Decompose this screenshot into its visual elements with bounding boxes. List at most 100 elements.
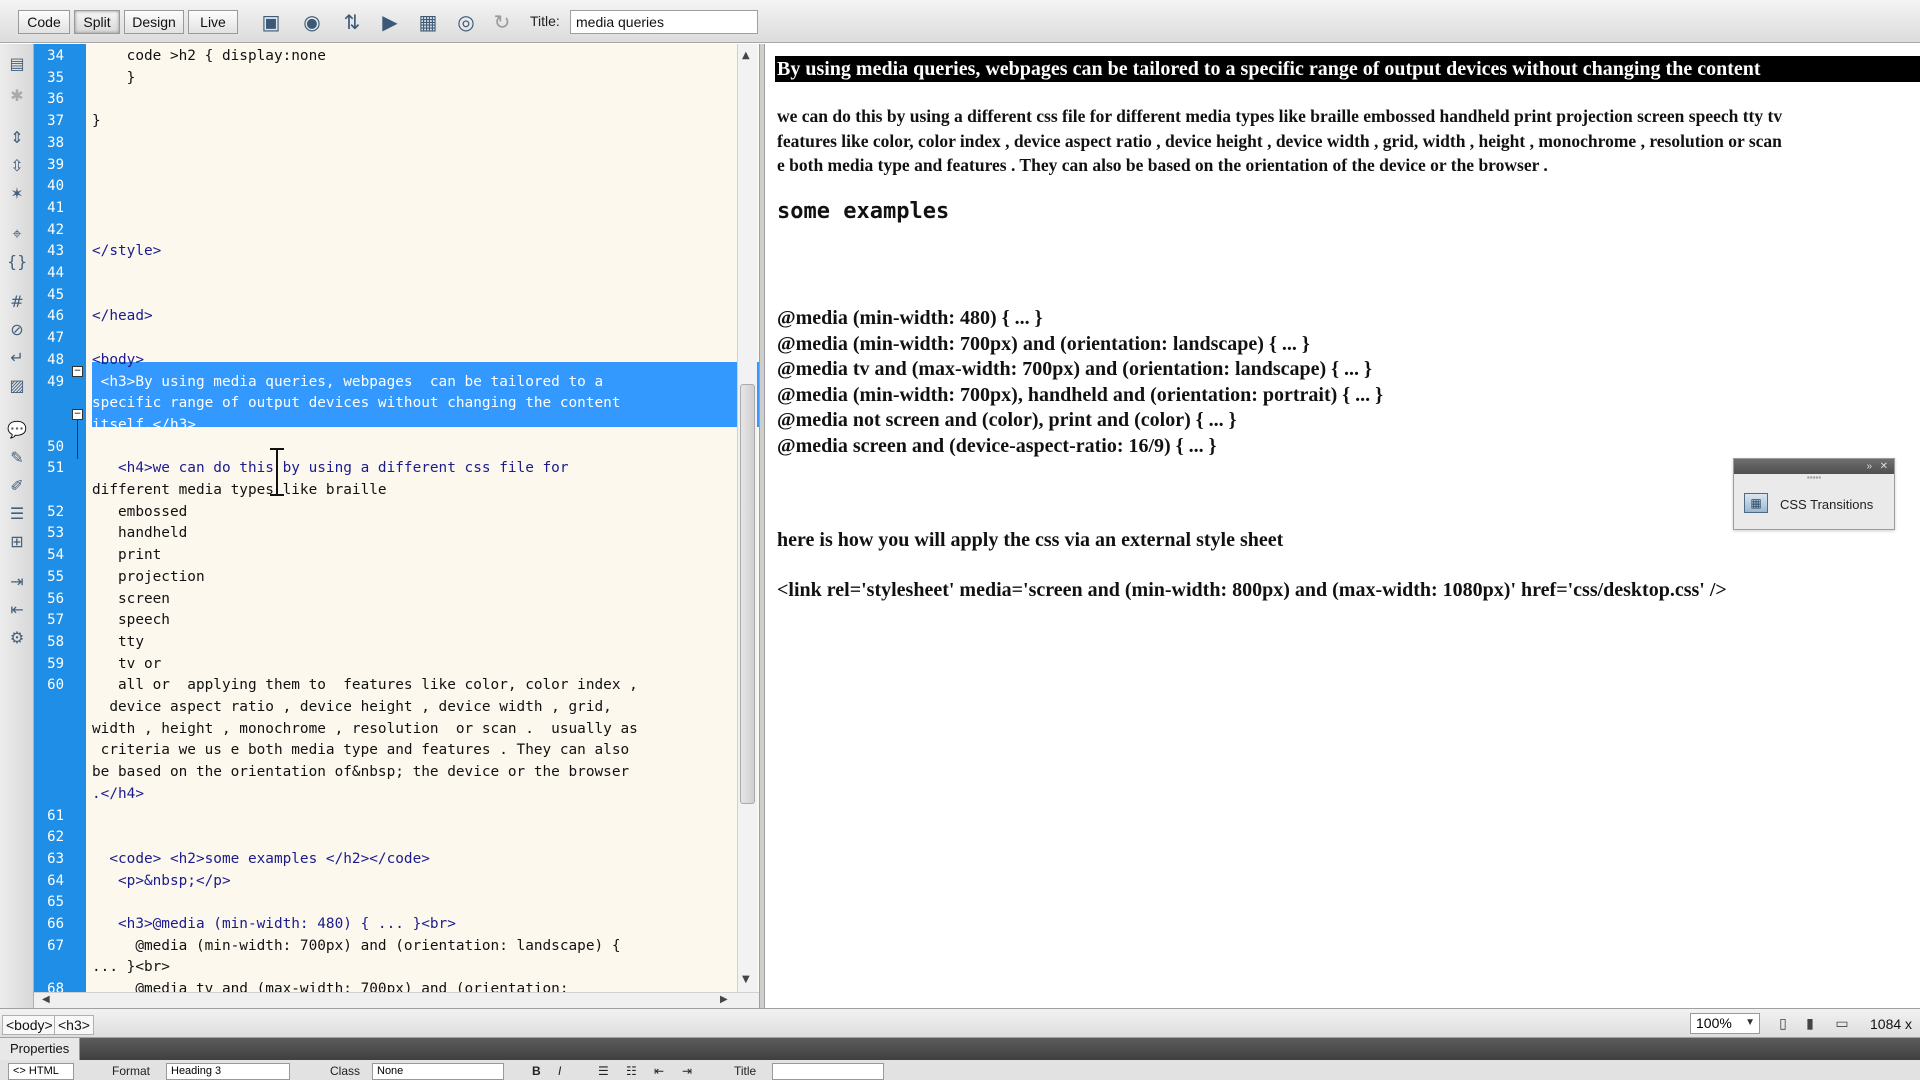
scroll-right-arrow-icon[interactable]: ▶ <box>720 994 728 1005</box>
scroll-up-arrow-icon[interactable]: ▲ <box>742 50 750 61</box>
collapse-selection-icon[interactable]: ⇳ <box>7 156 27 176</box>
outdent-icon[interactable]: ⇤ <box>654 1064 664 1078</box>
title-input[interactable] <box>570 10 758 34</box>
code-line[interactable]: ... }<br> <box>92 957 170 979</box>
recent-snippets-icon[interactable]: ☰ <box>7 504 27 524</box>
show-code-navigator-icon[interactable]: ✱ <box>7 86 27 106</box>
link-example[interactable]: <link rel='stylesheet' media='screen and… <box>777 579 1727 602</box>
design-view-button[interactable]: Design <box>124 10 184 34</box>
scroll-down-arrow-icon[interactable]: ▼ <box>742 974 750 985</box>
balance-braces-icon[interactable]: {} <box>7 252 27 272</box>
tag-selector-h3[interactable]: <h3> <box>54 1015 94 1035</box>
code-line[interactable]: itself.</h3> <box>92 415 196 437</box>
apply-comment-icon[interactable]: 💬 <box>7 420 27 440</box>
format-select[interactable]: Heading 3 <box>166 1063 290 1080</box>
css-transitions-label[interactable]: CSS Transitions <box>1780 497 1873 512</box>
code-line[interactable]: } <box>92 111 101 133</box>
code-line[interactable]: embossed <box>92 502 187 524</box>
live-view-options-icon[interactable]: ▶ <box>376 11 404 33</box>
remove-comment-icon[interactable]: ✎ <box>7 448 27 468</box>
code-line[interactable]: .</h4> <box>92 784 144 806</box>
indent-icon[interactable]: ⇥ <box>682 1064 692 1078</box>
code-view-button[interactable]: Code <box>18 10 70 34</box>
code-editor[interactable]: 34 35 36 37 38 39 40 41 42 43 44 45 46 47 48 49 50 51 52 53… <box>34 44 759 992</box>
split-view-button[interactable]: Split <box>74 10 120 34</box>
code-line[interactable]: } <box>92 68 136 90</box>
code-line[interactable]: device aspect ratio , device height , de… <box>92 697 612 719</box>
html-mode-button[interactable]: <> HTML <box>8 1063 74 1080</box>
media-query-examples[interactable]: @media (min-width: 480) { ... } @media (… <box>777 306 1383 459</box>
highlight-invalid-code-icon[interactable]: ⊘ <box>7 320 27 340</box>
code-line[interactable]: be based on the orientation of&nbsp; the… <box>92 762 629 784</box>
panel-grip-icon[interactable]: ▪▪▪▪▪ <box>1734 474 1894 482</box>
window-size-readout[interactable]: 1084 x <box>1870 1016 1912 1032</box>
select-parent-tag-icon[interactable]: ⌖ <box>7 224 27 244</box>
code-line[interactable]: width , height , monochrome , resolution… <box>92 719 638 741</box>
ordered-list-icon[interactable]: ☷ <box>626 1064 637 1078</box>
refresh-icon[interactable]: ↻ <box>488 11 516 33</box>
code-line[interactable]: @media tv and (max-width: 700px) and (or… <box>92 979 568 992</box>
css-transitions-icon[interactable]: ▦ <box>1744 493 1768 513</box>
open-documents-icon[interactable]: ▤ <box>7 54 27 74</box>
format-source-code-icon[interactable]: ⚙ <box>7 628 27 648</box>
panel-expand-icon[interactable]: » <box>1866 459 1872 474</box>
code-line[interactable]: <h3>By using media queries, webpages can… <box>92 372 604 394</box>
collapse-icon[interactable]: − <box>72 366 83 377</box>
zoom-select[interactable]: 100% ▼ <box>1690 1013 1760 1034</box>
code-horizontal-scrollbar[interactable]: ◀ ▶ <box>34 992 759 1008</box>
selected-h3-heading[interactable]: By using media queries, webpages can be … <box>775 56 1920 82</box>
apply-heading[interactable]: here is how you will apply the css via a… <box>777 529 1283 552</box>
class-select[interactable]: None <box>372 1063 504 1080</box>
scrollbar-thumb[interactable] <box>740 384 755 804</box>
code-line[interactable]: <h4>we can do this by using a different … <box>92 458 569 480</box>
code-line[interactable]: print <box>92 545 161 567</box>
code-line[interactable]: criteria we us e both media type and fea… <box>92 740 630 762</box>
indent-code-icon[interactable]: ⇥ <box>7 572 27 592</box>
code-line[interactable]: <p>&nbsp;</p> <box>92 871 231 893</box>
code-line[interactable]: <body> <box>92 350 144 372</box>
mobile-size-icon[interactable]: ▯ <box>1775 1015 1791 1031</box>
outdent-code-icon[interactable]: ⇤ <box>7 600 27 620</box>
move-css-icon[interactable]: ⊞ <box>7 532 27 552</box>
italic-button[interactable]: I <box>558 1064 561 1078</box>
examples-heading[interactable]: some examples <box>777 199 949 224</box>
word-wrap-icon[interactable]: ↵ <box>7 348 27 368</box>
code-line[interactable]: all or applying them to features like co… <box>92 675 638 697</box>
tablet-size-icon[interactable]: ▮ <box>1802 1015 1818 1031</box>
file-management-icon[interactable]: ⇅ <box>338 11 366 33</box>
panel-close-icon[interactable]: ✕ <box>1880 459 1888 474</box>
code-vertical-scrollbar[interactable]: ▲ ▼ <box>737 44 757 992</box>
tag-selector-body[interactable]: <body> <box>2 1015 57 1035</box>
line-numbers-icon[interactable]: # <box>7 292 27 312</box>
code-line[interactable]: speech <box>92 610 170 632</box>
code-line[interactable]: @media (min-width: 700px) and (orientati… <box>92 936 620 958</box>
code-line[interactable]: </style> <box>92 241 161 263</box>
code-line[interactable]: handheld <box>92 523 187 545</box>
code-line[interactable]: screen <box>92 589 170 611</box>
properties-tab[interactable]: Properties <box>0 1038 81 1060</box>
collapse-full-tag-icon[interactable]: ⇕ <box>7 128 27 148</box>
code-line[interactable]: </head> <box>92 306 153 328</box>
multiscreen-icon[interactable]: ▣ <box>257 11 285 33</box>
check-browser-icon[interactable]: ◎ <box>452 11 480 33</box>
h4-paragraph[interactable]: we can do this by using a different css … <box>777 104 1917 178</box>
code-line[interactable]: <code> <h2>some examples </h2></code> <box>92 849 430 871</box>
code-line[interactable]: tv or <box>92 654 161 676</box>
code-line[interactable]: <h3>@media (min-width: 480) { ... }<br> <box>92 914 456 936</box>
unordered-list-icon[interactable]: ☰ <box>598 1064 609 1078</box>
expand-all-icon[interactable]: ✶ <box>7 184 27 204</box>
preview-globe-icon[interactable]: ◉ <box>298 11 326 33</box>
panel-titlebar[interactable]: » ✕ <box>1734 459 1894 474</box>
syntax-coloring-icon[interactable]: ▨ <box>7 376 27 396</box>
code-line[interactable]: projection <box>92 567 205 589</box>
code-line[interactable]: tty <box>92 632 144 654</box>
live-view-button[interactable]: Live <box>188 10 238 34</box>
collapse-end-icon[interactable]: − <box>72 409 83 420</box>
visual-aids-icon[interactable]: ▦ <box>414 11 442 33</box>
code-line[interactable]: different media types like braille <box>92 480 387 502</box>
desktop-size-icon[interactable]: ▭ <box>1834 1015 1850 1031</box>
code-line[interactable]: specific range of output devices without… <box>92 393 621 415</box>
title-field[interactable] <box>772 1063 884 1080</box>
wrap-tag-icon[interactable]: ✐ <box>7 476 27 496</box>
css-transitions-panel[interactable]: » ✕ ▪▪▪▪▪ ▦ CSS Transitions <box>1733 458 1895 530</box>
